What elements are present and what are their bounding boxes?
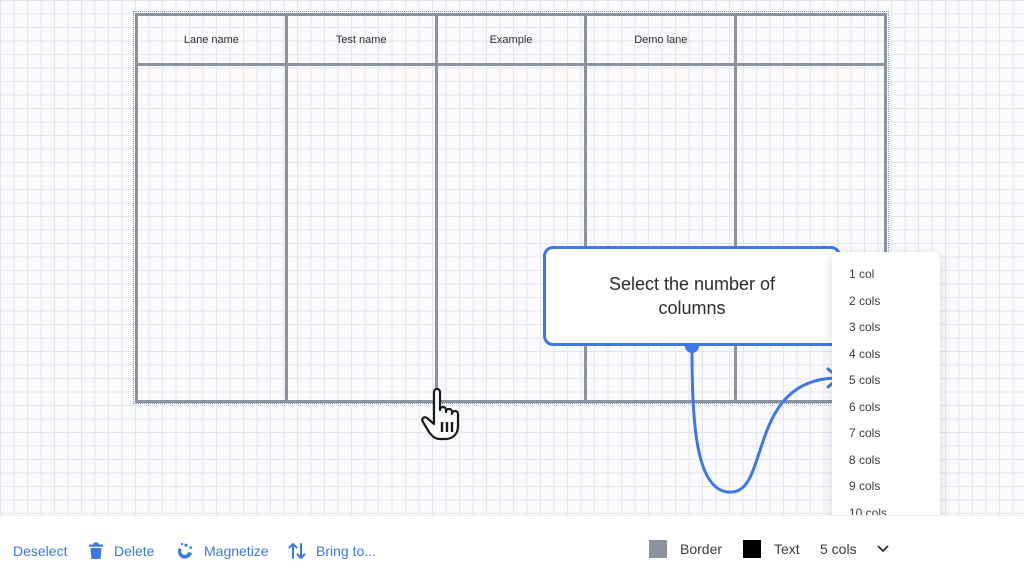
tooltip-callout: Select the number of columns (543, 246, 841, 346)
lane-column[interactable]: Test name (287, 16, 438, 400)
deselect-label: Deselect (13, 543, 68, 559)
columns-option[interactable]: 4 cols (832, 341, 940, 368)
lane-header[interactable]: Example (437, 16, 585, 66)
text-color-swatch (743, 540, 761, 558)
columns-option[interactable]: 5 cols (832, 367, 940, 394)
columns-dropdown-menu: 1 col 2 cols 3 cols 4 cols 5 cols 6 cols… (832, 252, 940, 536)
callout-text: Select the number of columns (608, 274, 776, 318)
border-color-swatch (649, 540, 667, 558)
border-label: Border (680, 541, 723, 557)
bottom-toolbar: Deselect Delete Magnetize Bring to... Bo… (0, 515, 1024, 575)
magnet-icon (178, 542, 192, 559)
magnetize-label: Magnetize (204, 543, 269, 559)
bring-to-label: Bring to... (316, 543, 376, 559)
lane-header[interactable]: Demo lane (587, 16, 735, 66)
magnetize-button[interactable]: Magnetize (176, 541, 269, 561)
columns-option[interactable]: 8 cols (832, 447, 940, 474)
border-color-button[interactable]: Border (649, 539, 722, 559)
lane-body[interactable] (138, 66, 285, 400)
lane-body[interactable] (288, 66, 435, 400)
delete-label: Delete (114, 543, 155, 559)
lane-column[interactable]: Lane name (138, 16, 288, 400)
columns-value: 5 cols (820, 541, 857, 557)
text-color-button[interactable]: Text (743, 539, 800, 559)
lane-header[interactable]: Lane name (138, 16, 285, 66)
columns-option[interactable]: 2 cols (832, 288, 940, 315)
lane-header[interactable] (737, 16, 884, 66)
lane-body[interactable] (587, 66, 734, 400)
lane-body[interactable] (438, 66, 585, 400)
bring-to-button[interactable]: Bring to... (288, 541, 376, 561)
delete-button[interactable]: Delete (88, 541, 154, 561)
hand-pointer-icon (421, 387, 460, 441)
deselect-button[interactable]: Deselect (13, 541, 67, 561)
columns-select[interactable]: 5 cols (820, 539, 889, 559)
chevron-down-icon[interactable] (877, 545, 889, 553)
columns-option[interactable]: 7 cols (832, 420, 940, 447)
columns-option[interactable]: 3 cols (832, 314, 940, 341)
text-label: Text (774, 541, 800, 557)
columns-option[interactable]: 9 cols (832, 473, 940, 500)
columns-option[interactable]: 1 col (832, 261, 940, 288)
lane-header[interactable]: Test name (287, 16, 435, 66)
columns-option[interactable]: 6 cols (832, 394, 940, 421)
trash-icon (89, 542, 103, 559)
arrows-up-down-icon (288, 543, 306, 559)
